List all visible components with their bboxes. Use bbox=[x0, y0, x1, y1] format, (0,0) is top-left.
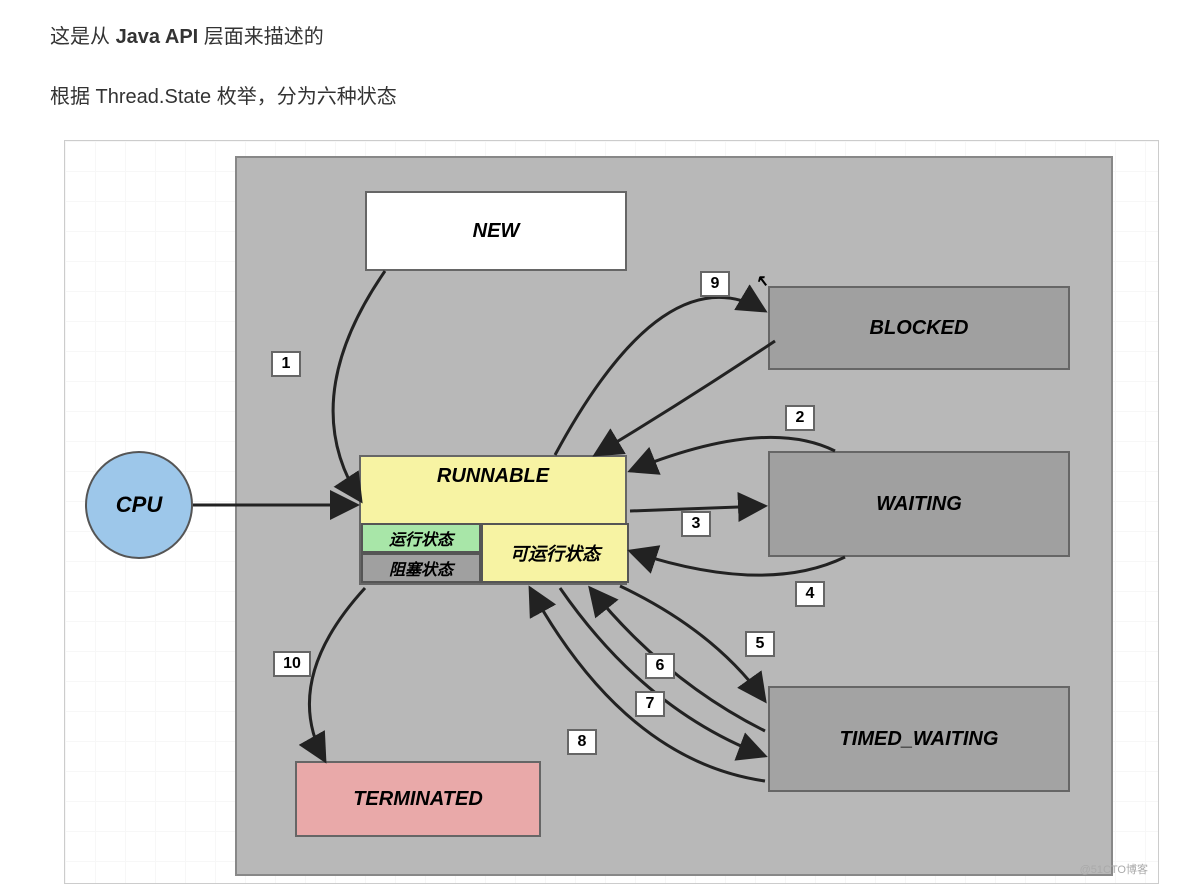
edge-label-4: 4 bbox=[795, 581, 825, 607]
waiting-state: WAITING bbox=[768, 451, 1070, 557]
blocked-state: BLOCKED bbox=[768, 286, 1070, 370]
diagram-frame: CPU ↖ NEW RUNNABLE 运行状态 阻塞状态 可运行状态 BLOCK… bbox=[64, 140, 1159, 884]
running-substate: 运行状态 bbox=[361, 523, 481, 553]
cpu-label: CPU bbox=[116, 492, 162, 518]
runnable-substate: 可运行状态 bbox=[481, 523, 629, 583]
edge-label-10: 10 bbox=[273, 651, 311, 677]
edge-label-3: 3 bbox=[681, 511, 711, 537]
blocked-label: BLOCKED bbox=[870, 317, 969, 340]
new-state: ↖ NEW bbox=[365, 191, 627, 271]
edge-label-2: 2 bbox=[785, 405, 815, 431]
intro-line-1-pre: 这是从 bbox=[50, 26, 116, 48]
edge-label-9: 9 bbox=[700, 271, 730, 297]
intro-line-1-bold: Java API bbox=[116, 26, 199, 48]
edge-label-8: 8 bbox=[567, 729, 597, 755]
cpu-node: CPU bbox=[85, 451, 193, 559]
waiting-label: WAITING bbox=[876, 493, 962, 516]
runnable-state: RUNNABLE 运行状态 阻塞状态 可运行状态 bbox=[359, 455, 627, 585]
watermark: @51CTO博客 bbox=[1080, 861, 1148, 877]
timed-waiting-state: TIMED_WAITING bbox=[768, 686, 1070, 792]
edge-label-6: 6 bbox=[645, 653, 675, 679]
intro-line-1-post: 层面来描述的 bbox=[198, 26, 324, 48]
blocked-substate: 阻塞状态 bbox=[361, 553, 481, 583]
edge-label-7: 7 bbox=[635, 691, 665, 717]
terminated-state: TERMINATED bbox=[295, 761, 541, 837]
new-label: NEW bbox=[473, 220, 520, 243]
intro-line-2: 根据 Thread.State 枚举，分为六种状态 bbox=[50, 80, 397, 109]
terminated-label: TERMINATED bbox=[353, 788, 483, 811]
edge-label-5: 5 bbox=[745, 631, 775, 657]
runnable-label: RUNNABLE bbox=[361, 465, 625, 488]
edge-label-1: 1 bbox=[271, 351, 301, 377]
intro-line-1: 这是从 Java API 层面来描述的 bbox=[50, 20, 324, 49]
timed-waiting-label: TIMED_WAITING bbox=[840, 728, 999, 751]
cursor-icon: ↖ bbox=[755, 271, 768, 291]
